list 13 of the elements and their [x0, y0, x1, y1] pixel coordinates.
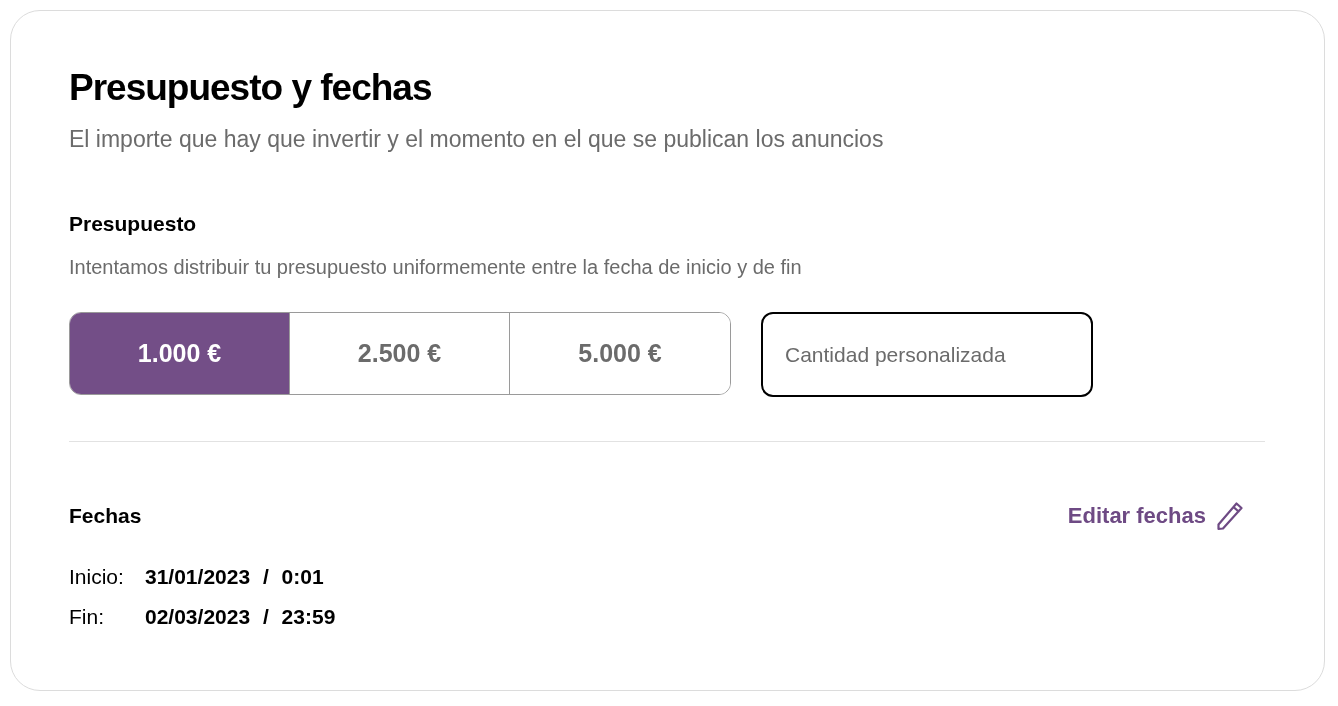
pencil-icon — [1216, 501, 1244, 531]
budget-heading: Presupuesto — [69, 211, 198, 237]
edit-dates-link[interactable]: Editar fechas — [1067, 501, 1244, 531]
dates-heading: Fechas — [69, 503, 142, 529]
section-subtitle: El importe que hay que invertir y el momento en el que se publican los anuncios — [69, 125, 885, 154]
amount-option[interactable]: 1.000 € — [70, 313, 290, 394]
date-label: Fin: — [69, 604, 105, 630]
custom-amount-field[interactable]: Cantidad personalizada — [761, 312, 1093, 397]
date-label: Inicio: — [69, 564, 125, 590]
section-title: Presupuesto y fechas — [69, 66, 433, 110]
date-value: 31/01/2023 / 0:01 — [145, 564, 325, 590]
budget-description: Intentamos distribuir tu presupuesto uniformemente entre la fecha de inicio y de fin — [69, 255, 803, 280]
date-value: 02/03/2023 / 23:59 — [145, 604, 336, 630]
